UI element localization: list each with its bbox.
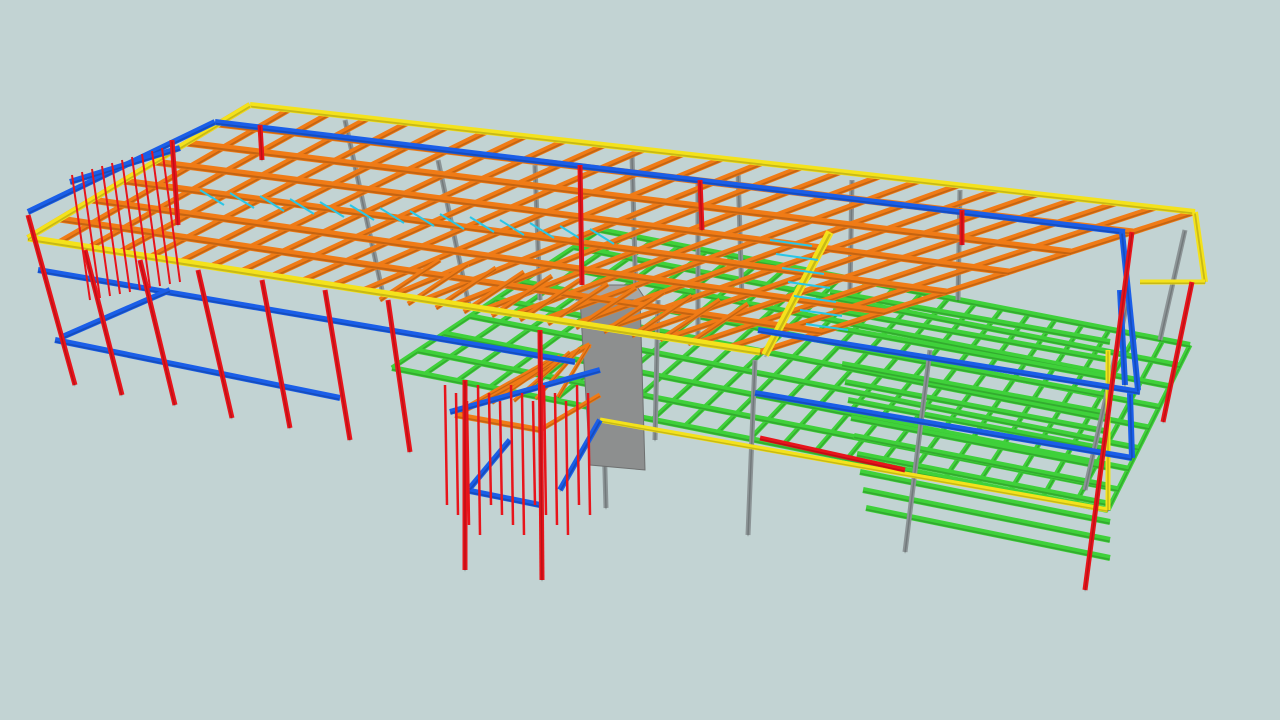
edge-post-7[interactable] <box>141 153 161 287</box>
steel-column-4-shade <box>261 281 291 430</box>
bracing-member-3[interactable] <box>54 337 341 401</box>
canopy-post-0[interactable] <box>443 384 449 506</box>
canopy-post-3[interactable] <box>476 384 482 536</box>
steel-column-3-shade <box>197 271 233 420</box>
canopy-post-4[interactable] <box>487 392 493 506</box>
steel-column-5-shade <box>324 291 351 442</box>
canopy-post-9[interactable] <box>542 384 548 516</box>
canopy-post-8[interactable] <box>531 400 537 506</box>
canopy-post-6[interactable] <box>509 384 515 526</box>
perimeter-beam-right-shade <box>1194 213 1206 284</box>
3d-model-viewport[interactable] <box>0 0 1280 720</box>
bracing-member-3-shade <box>54 340 341 401</box>
edge-post-8[interactable] <box>151 150 171 285</box>
edge-post-0[interactable] <box>71 174 91 301</box>
steel-column-6-shade <box>387 301 411 454</box>
canopy-post-7[interactable] <box>520 392 526 536</box>
canopy-post-10[interactable] <box>553 392 559 526</box>
canopy-post-11[interactable] <box>564 400 570 536</box>
structural-steel-model[interactable] <box>0 0 1280 720</box>
